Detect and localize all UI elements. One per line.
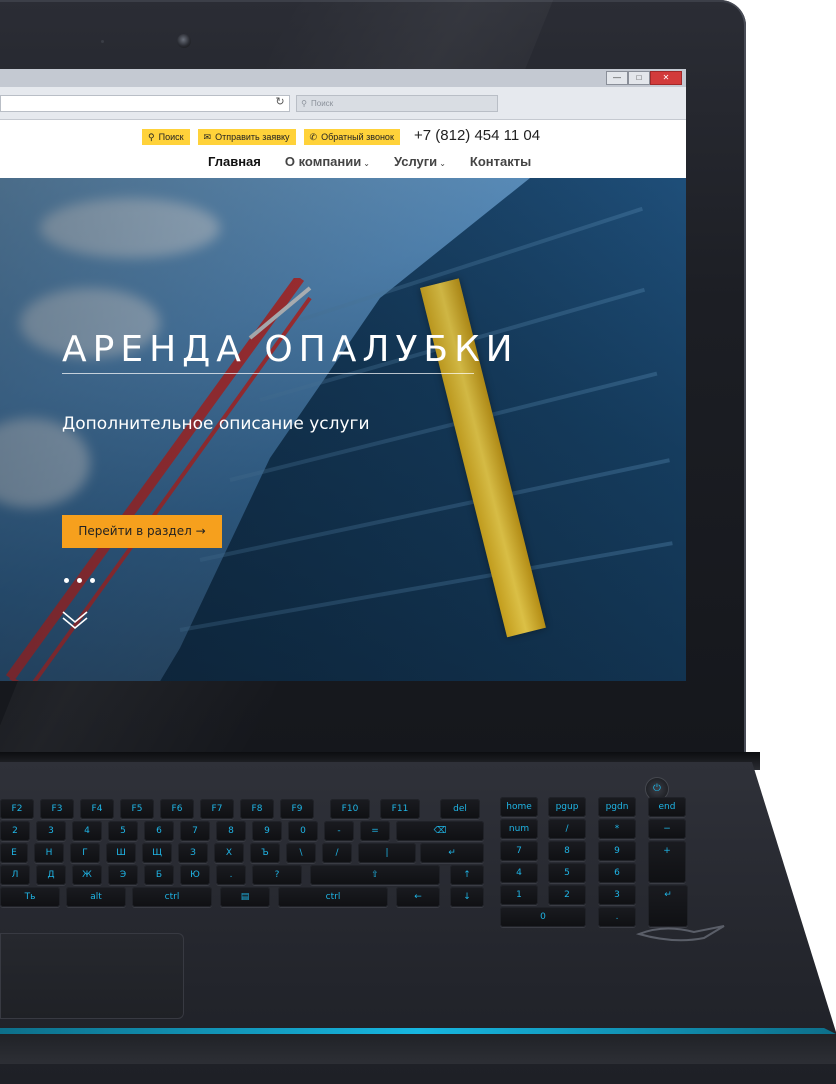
phone-number[interactable]: +7 (812) 454 11 04 bbox=[414, 126, 540, 146]
browser-search-input[interactable]: ⚲ Поиск bbox=[296, 95, 498, 112]
go-to-section-button[interactable]: Перейти в раздел → bbox=[62, 515, 222, 548]
minimize-button[interactable]: — bbox=[606, 71, 628, 85]
hero-slider: АРЕНДА ОПАЛУБКИ Дополнительное описание … bbox=[0, 178, 686, 681]
base-bottom bbox=[0, 1034, 836, 1064]
close-button[interactable]: ✕ bbox=[650, 71, 682, 85]
browser-toolbar: ↻ ⚲ Поиск bbox=[0, 87, 686, 120]
reload-icon[interactable]: ↻ bbox=[272, 95, 288, 110]
scroll-down-icon[interactable] bbox=[60, 608, 90, 632]
site-header: ⚲ Поиск ✉ Отправить заявку ✆ Обратный зв… bbox=[0, 120, 686, 178]
search-icon: ⚲ bbox=[148, 132, 155, 142]
hero-divider bbox=[62, 373, 474, 374]
nav-item-about[interactable]: О компании ⌄ bbox=[285, 154, 370, 169]
slider-dot[interactable] bbox=[77, 578, 82, 583]
slider-dot[interactable] bbox=[90, 578, 95, 583]
hero-subtitle: Дополнительное описание услуги bbox=[62, 414, 370, 434]
touchpad[interactable] bbox=[0, 933, 184, 1019]
callback-button[interactable]: ✆ Обратный звонок bbox=[303, 129, 400, 145]
slider-dot[interactable] bbox=[64, 578, 69, 583]
mail-icon: ✉ bbox=[203, 132, 212, 142]
phone-icon: ✆ bbox=[309, 132, 318, 142]
nav-item-home[interactable]: Главная bbox=[208, 154, 261, 169]
chevron-down-icon: ⌄ bbox=[363, 159, 370, 168]
slider-dots bbox=[64, 578, 95, 583]
search-icon: ⚲ bbox=[301, 99, 307, 108]
screen: — □ ✕ ↻ ⚲ Поиск ⚲ Поиск ✉ Отправить заявк… bbox=[0, 69, 686, 681]
microphone bbox=[101, 40, 104, 43]
main-nav: Главная О компании ⌄ Услуги ⌄ Контакты bbox=[208, 154, 531, 169]
laptop: — □ ✕ ↻ ⚲ Поиск ⚲ Поиск ✉ Отправить заявк… bbox=[0, 0, 836, 1084]
webcam bbox=[177, 34, 191, 48]
search-button[interactable]: ⚲ Поиск bbox=[142, 129, 190, 145]
hero-title: АРЕНДА ОПАЛУБКИ bbox=[62, 329, 519, 370]
rog-logo bbox=[634, 924, 734, 944]
window-titlebar: — □ ✕ bbox=[0, 69, 686, 87]
nav-item-services[interactable]: Услуги ⌄ bbox=[394, 154, 446, 169]
send-request-button[interactable]: ✉ Отправить заявку bbox=[197, 129, 296, 145]
nav-item-contacts[interactable]: Контакты bbox=[470, 154, 531, 169]
address-bar[interactable] bbox=[0, 95, 290, 112]
maximize-button[interactable]: □ bbox=[628, 71, 650, 85]
keyboard: F2 F3 F4 F5 F6 F7 F8 F9 F10 F11 del home… bbox=[0, 793, 740, 927]
chevron-down-icon: ⌄ bbox=[439, 159, 446, 168]
